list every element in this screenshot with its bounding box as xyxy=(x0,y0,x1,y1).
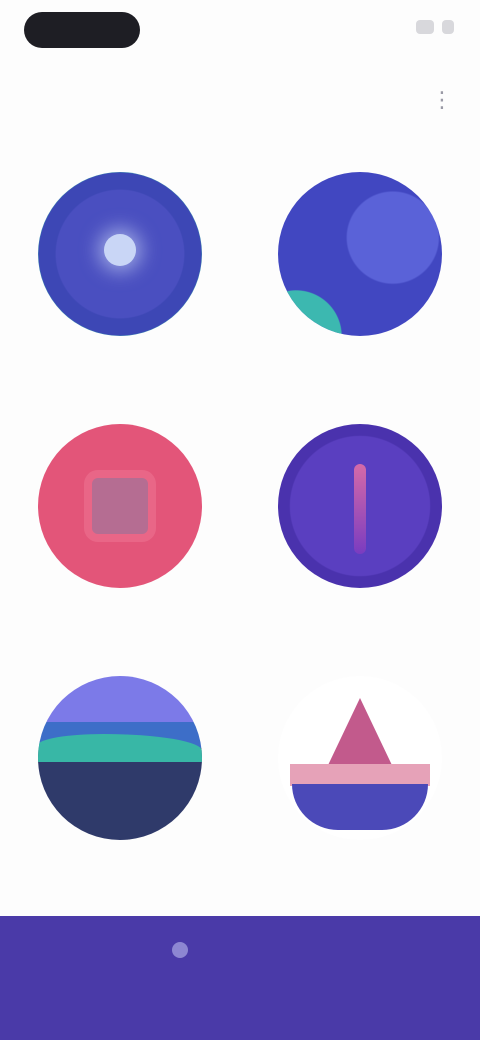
battery-icon xyxy=(442,20,454,34)
card-label xyxy=(20,602,220,620)
card-label xyxy=(260,854,460,872)
star-icon xyxy=(104,234,136,266)
card-illustration xyxy=(278,172,442,336)
square-icon xyxy=(92,478,148,534)
card-illustration xyxy=(38,676,202,840)
card-illustration xyxy=(278,676,442,840)
more-icon[interactable]: ⋮ xyxy=(424,82,460,118)
card-label xyxy=(260,350,460,368)
card-illustration-base xyxy=(292,784,428,830)
status-icons xyxy=(416,20,454,34)
beam-icon xyxy=(354,464,366,554)
grid-card-3[interactable] xyxy=(0,412,240,664)
header: ⋮ xyxy=(0,70,480,126)
signal-icon xyxy=(416,20,434,34)
card-illustration xyxy=(278,424,442,588)
hills-icon xyxy=(38,734,202,762)
wave-icon xyxy=(278,266,368,336)
card-label xyxy=(260,602,460,620)
card-label xyxy=(20,350,220,368)
home-icon xyxy=(172,942,188,958)
grid-card-4[interactable] xyxy=(240,412,480,664)
grid-card-1[interactable] xyxy=(0,160,240,412)
bottom-nav-item-home[interactable] xyxy=(130,936,230,996)
category-grid xyxy=(0,160,480,916)
grid-card-5[interactable] xyxy=(0,664,240,916)
grid-card-2[interactable] xyxy=(240,160,480,412)
card-illustration-band xyxy=(290,764,430,786)
grid-card-6[interactable] xyxy=(240,664,480,916)
status-bar xyxy=(0,0,480,64)
card-illustration xyxy=(38,172,202,336)
card-illustration xyxy=(38,424,202,588)
status-time-pill xyxy=(24,12,140,48)
card-label xyxy=(20,854,220,872)
bottom-nav xyxy=(0,916,480,1040)
